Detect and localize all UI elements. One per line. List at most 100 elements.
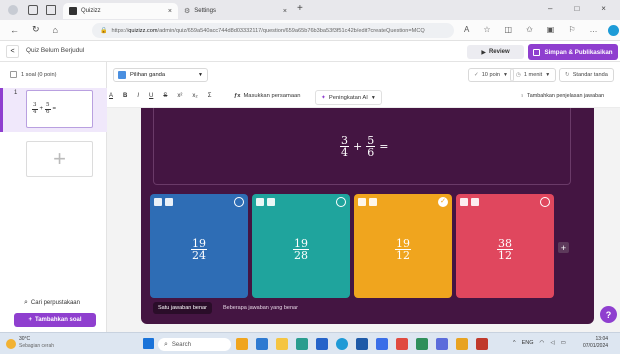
- search-library-link[interactable]: ⌕ Cari perpustakaan: [24, 299, 80, 307]
- correct-answer-toggle[interactable]: [336, 197, 346, 207]
- tab-quizizz[interactable]: Quizizz ×: [63, 3, 178, 19]
- add-answer-button[interactable]: +: [558, 242, 569, 253]
- battery-icon[interactable]: ▭: [561, 340, 566, 346]
- taskbar-app-icon[interactable]: [376, 338, 388, 350]
- question-type-select[interactable]: Pilihan ganda ▼: [113, 68, 208, 82]
- symbol-button[interactable]: Σ: [208, 93, 212, 99]
- image-icon[interactable]: [267, 198, 275, 206]
- subscript-button[interactable]: x₂: [192, 93, 197, 99]
- tab-settings[interactable]: ⚙ Settings ×: [178, 3, 293, 19]
- maximize-button[interactable]: □: [574, 4, 579, 13]
- taskbar-app-icon[interactable]: [436, 338, 448, 350]
- bold-button[interactable]: B: [123, 93, 127, 99]
- underline-button[interactable]: U: [149, 93, 153, 99]
- add-explanation-button[interactable]: ♀ Tambahkan penjelasan jawaban: [520, 93, 604, 99]
- operator: +: [353, 140, 363, 153]
- superscript-button[interactable]: x²: [177, 93, 182, 99]
- multiple-choice-icon: [118, 71, 126, 79]
- add-slide-button[interactable]: +: [26, 141, 93, 177]
- slide-thumbnail[interactable]: 34 + 56 =: [26, 90, 93, 128]
- time-select[interactable]: ◷ 1 menit ▼: [510, 68, 557, 82]
- quiz-title[interactable]: Quiz Belum Berjudul: [26, 47, 84, 54]
- new-tab-button[interactable]: +: [297, 3, 303, 14]
- question-text-box[interactable]: 34 + 56 =: [153, 108, 571, 185]
- more-menu-icon[interactable]: …: [590, 25, 598, 34]
- delete-icon[interactable]: [460, 198, 468, 206]
- image-icon[interactable]: [165, 198, 173, 206]
- correct-answer-toggle[interactable]: [234, 197, 244, 207]
- weather-widget[interactable]: 30°C Sebagian cerah: [19, 336, 54, 349]
- edge-browser-icon[interactable]: [336, 338, 348, 350]
- checkbox-icon[interactable]: [10, 71, 17, 78]
- url-path: /admin/quiz/659a540acc744d8d03332117/que…: [157, 27, 425, 34]
- chevron-up-icon[interactable]: ^: [513, 340, 516, 346]
- answer-option-2[interactable]: 19 28: [252, 194, 350, 298]
- taskbar-app-icon[interactable]: [256, 338, 268, 350]
- text-color-button[interactable]: A: [109, 93, 113, 99]
- help-button[interactable]: ?: [600, 306, 617, 323]
- file-explorer-icon[interactable]: [276, 338, 288, 350]
- close-tab-icon[interactable]: ×: [283, 8, 287, 15]
- split-screen-icon[interactable]: ◫: [505, 25, 513, 34]
- answer-option-1[interactable]: 19 24: [150, 194, 248, 298]
- answer-option-3[interactable]: ✓ 19 12: [354, 194, 452, 298]
- clock[interactable]: 13:04 07/01/2024: [583, 336, 608, 349]
- minimize-button[interactable]: –: [548, 4, 552, 13]
- strikethrough-button[interactable]: S: [163, 93, 167, 99]
- answer-option-4[interactable]: 38 12: [456, 194, 554, 298]
- correct-answer-toggle[interactable]: ✓: [438, 197, 448, 207]
- reload-icon[interactable]: ↻: [32, 24, 40, 35]
- weather-icon[interactable]: [6, 339, 16, 349]
- taskbar-search[interactable]: ⌕ Search: [158, 338, 231, 351]
- close-tab-icon[interactable]: ×: [168, 8, 172, 15]
- copilot-icon[interactable]: [608, 25, 619, 36]
- wifi-icon[interactable]: ◠: [540, 340, 545, 346]
- home-icon[interactable]: ⌂: [53, 25, 58, 35]
- publish-label: Simpan & Publikasikan: [544, 48, 613, 56]
- image-icon[interactable]: [471, 198, 479, 206]
- favorites-icon[interactable]: ✩: [526, 25, 533, 34]
- save-publish-button[interactable]: Simpan & Publikasikan: [528, 44, 618, 60]
- taskbar-app-icon[interactable]: [316, 338, 328, 350]
- grading-select[interactable]: ↻ Standar tanda: [559, 68, 614, 82]
- taskbar-app-icon[interactable]: [296, 338, 308, 350]
- ai-label: Peningkatan AI: [328, 94, 368, 101]
- tab-actions-icon[interactable]: [46, 5, 56, 15]
- single-answer-mode[interactable]: Satu jawaban benar: [153, 302, 212, 314]
- close-window-button[interactable]: ×: [601, 4, 606, 13]
- slide-preview-equation: 34 + 56 =: [32, 102, 57, 115]
- review-button[interactable]: ▶ Review: [467, 45, 524, 59]
- add-question-button[interactable]: + Tambahkan soal: [14, 313, 96, 327]
- image-icon[interactable]: [369, 198, 377, 206]
- delete-icon[interactable]: [358, 198, 366, 206]
- back-arrow-icon[interactable]: ←: [10, 25, 19, 35]
- grading-label: Standar tanda: [572, 72, 608, 78]
- italic-button[interactable]: I: [137, 93, 139, 99]
- correct-answer-toggle[interactable]: [540, 197, 550, 207]
- workspaces-icon[interactable]: [28, 5, 38, 15]
- delete-icon[interactable]: [154, 198, 162, 206]
- points-select[interactable]: ✓ 10 poin ▼: [468, 68, 514, 82]
- delete-icon[interactable]: [256, 198, 264, 206]
- taskbar-app-icon[interactable]: [476, 338, 488, 350]
- volume-icon[interactable]: ◁: [550, 340, 554, 346]
- url-field[interactable]: 🔒 https://quizizz.com/admin/quiz/659a540…: [92, 23, 454, 38]
- taskbar-app-icon[interactable]: [356, 338, 368, 350]
- extensions-icon[interactable]: ⚐: [568, 25, 575, 34]
- windows-start-icon[interactable]: [143, 338, 154, 349]
- chevron-down-icon: ▼: [370, 94, 376, 101]
- taskbar-app-icon[interactable]: [396, 338, 408, 350]
- taskbar-app-icon[interactable]: [456, 338, 468, 350]
- favorite-star-icon[interactable]: ☆: [483, 25, 490, 34]
- taskbar-app-icon[interactable]: [236, 338, 248, 350]
- taskbar-app-icon[interactable]: [416, 338, 428, 350]
- collections-icon[interactable]: ▣: [547, 25, 555, 34]
- insert-equation-button[interactable]: ƒx Masukkan persamaan: [234, 93, 301, 99]
- back-button[interactable]: <: [6, 45, 19, 58]
- ai-enhance-button[interactable]: ✦ Peningkatan AI ▼: [315, 90, 382, 105]
- language-indicator[interactable]: ENG: [522, 340, 534, 346]
- multiple-answer-mode[interactable]: Beberapa jawaban yang benar: [218, 302, 303, 314]
- read-aloud-icon[interactable]: A: [464, 25, 469, 34]
- profile-icon[interactable]: [8, 5, 18, 15]
- review-label: Review: [488, 49, 510, 55]
